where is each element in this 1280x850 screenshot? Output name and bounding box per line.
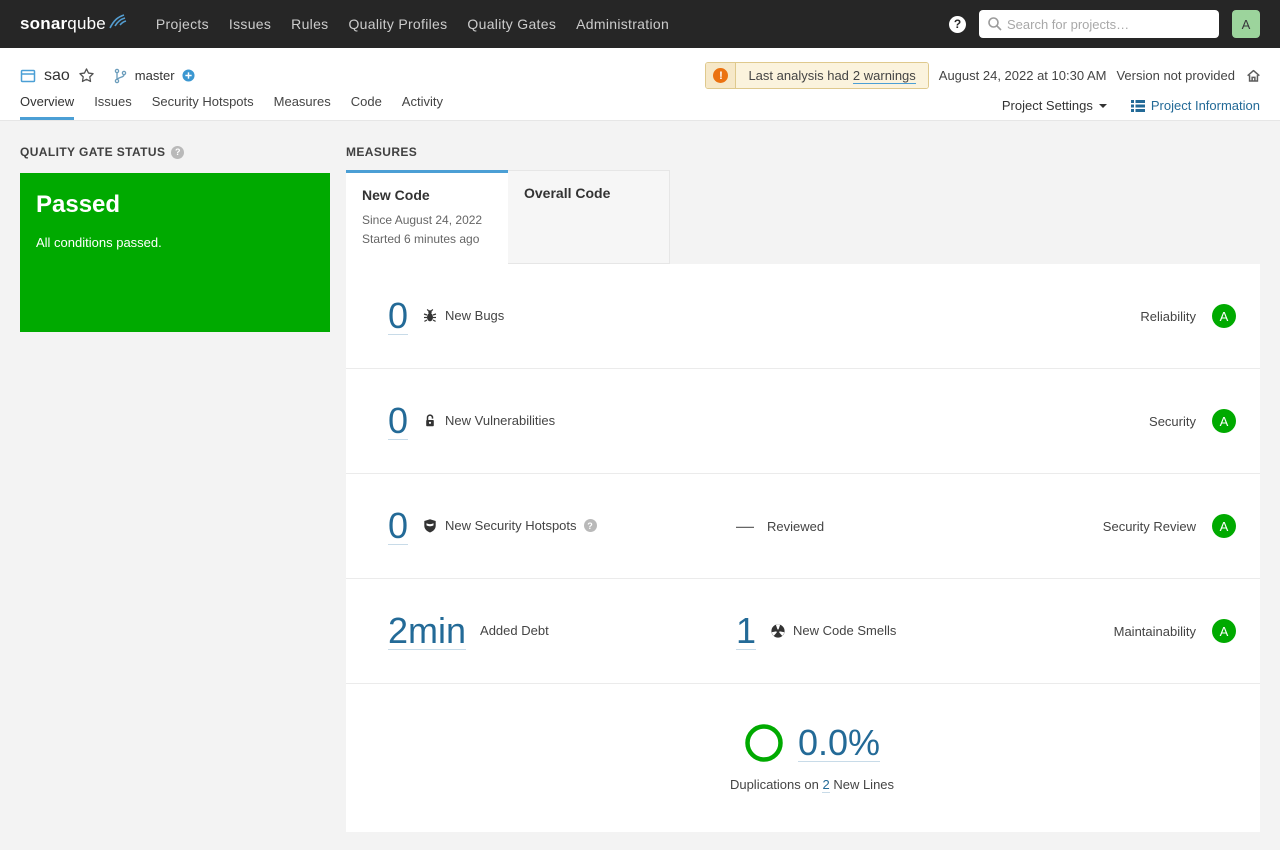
project-information-link[interactable]: Project Information [1131,98,1260,113]
overview-content: QUALITY GATE STATUS ? Passed All conditi… [0,121,1280,850]
search-container [979,10,1219,38]
security-label: Security [1149,414,1196,429]
project-tabs-row: Overview Issues Security Hotspots Measur… [0,88,1280,120]
nav-item-quality-profiles[interactable]: Quality Profiles [348,16,447,32]
nav-item-rules[interactable]: Rules [291,16,328,32]
top-navbar: sonarqube Projects Issues Rules Quality … [0,0,1280,48]
added-debt-value[interactable]: 2min [388,612,466,651]
measure-row-reliability: 0 New Bugs Reliability A [346,264,1260,369]
project-settings-dropdown[interactable]: Project Settings [1002,98,1107,113]
branch-name: master [135,68,175,83]
duplications-caption: Duplications on 2 New Lines [730,777,894,792]
project-name: sao [44,67,70,85]
code-smell-icon [770,623,786,639]
bug-icon [422,308,438,324]
measure-row-maintainability: 2min Added Debt 1 New Code Smells Mainta… [346,579,1260,684]
warning-text: Last analysis had 2 warnings [736,63,927,88]
quality-gate-heading: QUALITY GATE STATUS ? [20,145,184,159]
nav-item-issues[interactable]: Issues [229,16,271,32]
logo-text: sonarqube [20,14,106,34]
new-vulnerabilities-label: New Vulnerabilities [422,413,555,429]
added-debt-label: Added Debt [480,623,549,638]
warning-icon-cell: ! [706,63,736,88]
quality-gate-description: All conditions passed. [36,235,314,250]
warnings-link[interactable]: 2 warnings [853,68,916,84]
tab-issues[interactable]: Issues [94,94,132,120]
hotspots-help-icon[interactable]: ? [584,519,597,532]
measures-card: 0 New Bugs Reliability A 0 [346,264,1260,832]
main-nav: Projects Issues Rules Quality Profiles Q… [156,16,669,32]
add-branch-icon[interactable] [182,69,195,82]
new-security-hotspots-value[interactable]: 0 [388,507,408,546]
branch-selector: master [113,68,195,84]
warning-icon: ! [713,68,728,83]
project-actions: Project Settings Project Information [1002,98,1260,120]
new-security-hotspots-label: New Security Hotspots ? [422,518,597,534]
analysis-meta: ! Last analysis had 2 warnings August 24… [705,62,1262,89]
project-icon [20,68,36,84]
new-vulnerabilities-value[interactable]: 0 [388,402,408,441]
tab-activity[interactable]: Activity [402,94,443,120]
list-icon [1131,99,1145,113]
favorite-star-icon[interactable] [78,67,95,84]
tab-overall-code[interactable]: Overall Code [508,170,670,264]
nav-item-projects[interactable]: Projects [156,16,209,32]
version-label: Version not provided [1116,68,1235,83]
tab-code[interactable]: Code [351,94,382,120]
project-title-row: sao master ! Last analysis had 2 warning… [0,48,1280,88]
quality-gate-status-box: Passed All conditions passed. [20,173,330,332]
measures-heading: MEASURES [346,145,417,159]
tab-measures[interactable]: Measures [274,94,331,120]
measure-row-duplications: 0.0% Duplications on 2 New Lines [346,684,1260,831]
navbar-right: ? A [949,10,1260,38]
project-header: sao master ! Last analysis had 2 warning… [0,48,1280,121]
user-avatar[interactable]: A [1232,10,1260,38]
new-bugs-value[interactable]: 0 [388,297,408,336]
tab-overview[interactable]: Overview [20,94,74,120]
reliability-rating-badge: A [1212,304,1236,328]
new-code-started: Started 6 minutes ago [362,230,492,249]
measure-row-security-review: 0 New Security Hotspots ? — Reviewed Sec… [346,474,1260,579]
duplication-ring-icon [744,723,784,763]
quality-gate-help-icon[interactable]: ? [171,146,184,159]
new-lines-link[interactable]: 2 [822,777,829,793]
sonarqube-logo[interactable]: sonarqube [20,14,128,34]
reliability-label: Reliability [1140,309,1196,324]
help-icon[interactable]: ? [949,16,966,33]
new-bugs-label: New Bugs [422,308,504,324]
tab-new-code[interactable]: New Code Since August 24, 2022 Started 6… [346,170,508,264]
measures-tabs: New Code Since August 24, 2022 Started 6… [346,170,670,264]
new-code-since: Since August 24, 2022 [362,211,492,230]
maintainability-rating-badge: A [1212,619,1236,643]
measure-row-security: 0 New Vulnerabilities Security A [346,369,1260,474]
reviewed-value: — [736,516,753,537]
new-code-smells-value[interactable]: 1 [736,612,756,651]
analysis-date: August 24, 2022 at 10:30 AM [939,68,1107,83]
maintainability-label: Maintainability [1114,624,1196,639]
nav-item-quality-gates[interactable]: Quality Gates [467,16,556,32]
security-review-label: Security Review [1103,519,1196,534]
analysis-warning-badge: ! Last analysis had 2 warnings [705,62,928,89]
quality-gate-status: Passed [36,191,314,219]
security-review-rating-badge: A [1212,514,1236,538]
project-title: sao [20,67,95,85]
search-icon [987,16,1003,32]
new-code-smells-label: New Code Smells [770,623,896,639]
project-tabs: Overview Issues Security Hotspots Measur… [20,94,443,120]
logo-swoosh-icon [108,12,128,30]
shield-icon [422,518,438,534]
chevron-down-icon [1099,104,1107,108]
branch-icon [113,68,128,84]
duplications-value[interactable]: 0.0% [798,724,880,763]
security-rating-badge: A [1212,409,1236,433]
nav-item-administration[interactable]: Administration [576,16,669,32]
search-input[interactable] [979,10,1219,38]
tab-security-hotspots[interactable]: Security Hotspots [152,94,254,120]
home-icon[interactable] [1245,67,1262,84]
lock-icon [422,413,438,429]
reviewed-label: Reviewed [767,519,824,534]
